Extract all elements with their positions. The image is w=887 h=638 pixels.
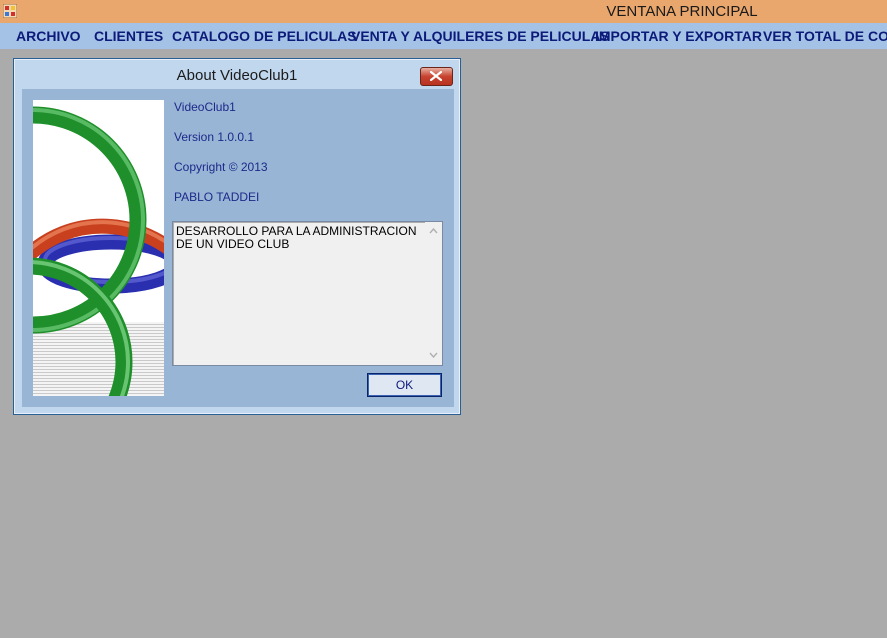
dialog-content: VideoClub1 Version 1.0.0.1 Copyright © 2… bbox=[22, 89, 454, 407]
window-title: VENTANA PRINCIPAL bbox=[606, 3, 758, 20]
dialog-title: About VideoClub1 bbox=[176, 67, 298, 84]
version-label: Version 1.0.0.1 bbox=[174, 130, 255, 144]
menu-archivo[interactable]: ARCHIVO bbox=[16, 28, 81, 44]
product-name: VideoClub1 bbox=[174, 100, 236, 114]
about-dialog: About VideoClub1 VideoClub1 Version 1.0.… bbox=[13, 58, 461, 415]
copyright-label: Copyright © 2013 bbox=[174, 160, 268, 174]
close-button[interactable] bbox=[420, 67, 453, 86]
close-icon bbox=[430, 71, 442, 81]
menu-bar: ARCHIVO CLIENTES CATALOGO DE PELICULAS V… bbox=[0, 23, 887, 49]
interlocking-rings-logo bbox=[33, 100, 164, 396]
menu-venta-alquileres[interactable]: VENTA Y ALQUILERES DE PELICULAS bbox=[351, 28, 610, 44]
menu-ver-total[interactable]: VER TOTAL DE COM bbox=[763, 28, 887, 44]
menu-clientes[interactable]: CLIENTES bbox=[94, 28, 163, 44]
description-scrollbar[interactable] bbox=[425, 222, 442, 365]
menu-catalogo-peliculas[interactable]: CATALOGO DE PELICULAS bbox=[172, 28, 357, 44]
description-text: DESARROLLO PARA LA ADMINISTRACION DE UN … bbox=[176, 224, 417, 251]
ok-button[interactable]: OK bbox=[367, 373, 442, 397]
main-title-bar: VENTANA PRINCIPAL bbox=[0, 0, 887, 23]
scroll-down-icon[interactable] bbox=[429, 352, 438, 358]
company-label: PABLO TADDEI bbox=[174, 190, 260, 204]
scroll-up-icon[interactable] bbox=[429, 228, 438, 234]
description-textbox[interactable]: DESARROLLO PARA LA ADMINISTRACION DE UN … bbox=[172, 221, 443, 366]
menu-importar-exportar[interactable]: IMPORTAR Y EXPORTAR bbox=[595, 28, 762, 44]
